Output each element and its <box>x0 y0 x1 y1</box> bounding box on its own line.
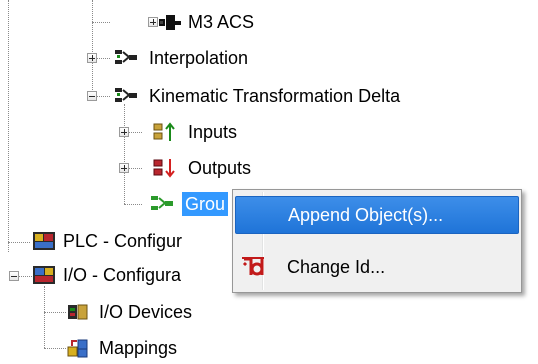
menu-item-label: Change Id... <box>287 257 386 277</box>
mappings-icon <box>66 337 90 359</box>
inputs-icon <box>152 121 176 143</box>
axis-icon <box>158 11 182 33</box>
tree-line <box>124 104 125 204</box>
tree-item-outputs[interactable]: Outputs <box>185 156 254 180</box>
tree-item-inputs[interactable]: Inputs <box>185 120 240 144</box>
tree-line <box>44 348 66 349</box>
menu-item-append-objects[interactable]: Append Object(s)... <box>235 196 519 234</box>
menu-item-change-id[interactable]: Change Id... <box>235 248 519 286</box>
tree-line <box>92 0 93 96</box>
tree-item-interpolation[interactable]: Interpolation <box>146 46 251 70</box>
expand-toggle[interactable] <box>119 163 129 173</box>
tree-item-mappings[interactable]: Mappings <box>96 336 180 360</box>
io-devices-icon <box>66 301 90 323</box>
tree-line <box>8 0 9 252</box>
plc-icon <box>32 230 56 252</box>
tree-item-groups[interactable]: Grou <box>182 192 228 216</box>
menu-item-label: Append Object(s)... <box>288 205 444 225</box>
group-icon <box>150 193 174 215</box>
kinematic-icon <box>114 85 138 107</box>
expand-toggle[interactable] <box>148 17 158 27</box>
tree-view[interactable]: M3 ACS Interpolation Kinematic Transform… <box>0 0 538 363</box>
tree-line <box>124 204 142 205</box>
tree-item-m3-acs[interactable]: M3 ACS <box>185 10 257 34</box>
change-id-icon <box>241 256 265 278</box>
outputs-icon <box>152 157 176 179</box>
tree-item-plc-configuration[interactable]: PLC - Configur <box>60 229 236 253</box>
context-menu: Append Object(s)... Change Id... <box>232 189 522 293</box>
expand-toggle[interactable] <box>87 53 97 63</box>
expand-toggle[interactable] <box>119 127 129 137</box>
tree-line <box>92 22 110 23</box>
collapse-toggle[interactable] <box>87 91 97 101</box>
tree-item-io-configuration[interactable]: I/O - Configura <box>60 263 236 287</box>
tree-item-kinematic-delta[interactable]: Kinematic Transformation Delta <box>146 84 403 108</box>
tree-line <box>44 286 45 348</box>
io-configuration-icon <box>32 264 56 286</box>
tree-line <box>8 242 30 243</box>
interpolation-icon <box>114 47 138 69</box>
collapse-toggle[interactable] <box>9 271 19 281</box>
tree-line <box>44 312 66 313</box>
tree-item-io-devices[interactable]: I/O Devices <box>96 300 195 324</box>
